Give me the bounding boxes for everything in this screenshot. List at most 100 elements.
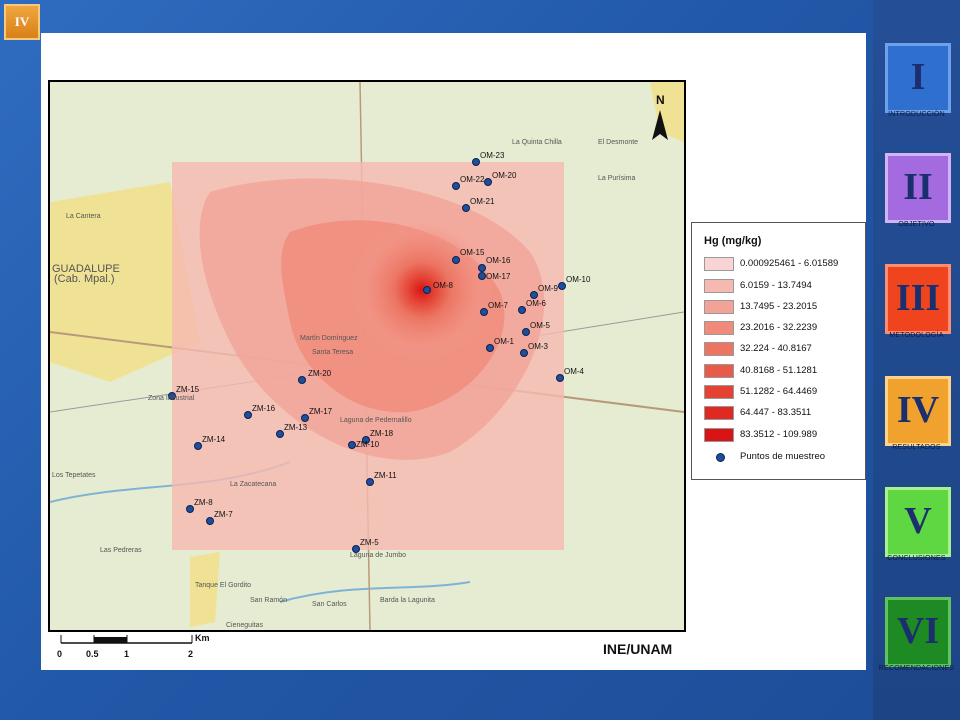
sample-point-label: ZM-5: [360, 538, 379, 547]
sample-point-label: OM-9: [538, 284, 559, 293]
sample-point: [452, 256, 460, 264]
nav-caption-1: INTRODUCCIÓN: [888, 111, 945, 118]
sample-point: [423, 286, 431, 294]
sample-point: [518, 306, 526, 314]
sample-point-label: OM-22: [460, 175, 485, 184]
sample-point: [478, 272, 486, 280]
sample-point-label: OM-1: [494, 337, 515, 346]
sample-point: [520, 349, 528, 357]
section-badge: IV: [4, 4, 40, 40]
place-label: Laguna de Jumbo: [350, 552, 406, 559]
nav-button-4[interactable]: IV: [885, 376, 951, 446]
sample-point: [348, 441, 356, 449]
sample-point: [530, 291, 538, 299]
sample-point-label: OM-5: [530, 321, 551, 330]
place-label: El Desmonte: [598, 139, 638, 146]
sample-point: [486, 344, 494, 352]
hotspot-om8: [352, 220, 492, 360]
legend-range-label: 13.7495 - 23.2015: [740, 301, 818, 312]
sample-point-label: OM-23: [480, 151, 505, 160]
sample-point: [522, 328, 530, 336]
legend-swatch: [704, 385, 734, 399]
map-credit: INE/UNAM: [603, 641, 673, 657]
nav-caption-4: RESULTADOS: [892, 444, 941, 451]
legend-swatch: [704, 428, 734, 442]
place-label: Cieneguitas: [226, 622, 263, 629]
scale-tick-1: 1: [124, 649, 130, 659]
legend-range-label: 6.0159 - 13.7494: [740, 280, 812, 291]
sample-point: [244, 411, 252, 419]
map-canvas: N OM-23 OM-22 OM-20 OM-21 OM-15OM-16 OM-17 OM-…: [50, 82, 684, 630]
place-label: San Ramón: [250, 597, 287, 604]
sample-point-label: ZM-10: [356, 440, 380, 449]
place-label: Martín Domínguez: [300, 335, 358, 342]
sample-point: [186, 505, 194, 513]
sample-point-label: ZM-11: [374, 471, 397, 480]
scale-tick-0-5: 0.5: [86, 649, 99, 659]
sample-point-label: OM-3: [528, 342, 549, 351]
sample-point: [556, 374, 564, 382]
sample-point-label: OM-4: [564, 367, 585, 376]
sample-point: [452, 182, 460, 190]
place-label: Las Pedreras: [100, 547, 142, 554]
nav-button-5[interactable]: V: [885, 487, 951, 557]
legend-swatch: [704, 300, 734, 314]
legend-swatch: [704, 406, 734, 420]
place-label: La Purísima: [598, 175, 635, 182]
sample-point: [480, 308, 488, 316]
sample-point-label: OM-8: [433, 281, 454, 290]
legend-swatch: [704, 321, 734, 335]
sample-point-label: OM-10: [566, 275, 591, 284]
nav-button-2[interactable]: II: [885, 153, 951, 223]
sample-point: [462, 204, 470, 212]
sample-point-label: OM-21: [470, 197, 495, 206]
sample-point: [484, 178, 492, 186]
legend-title: Hg (mg/kg): [704, 235, 762, 247]
place-label: La Cantera: [66, 213, 101, 220]
legend-swatch: [704, 257, 734, 271]
legend-range-label: 23.2016 - 32.2239: [740, 322, 818, 333]
sample-point-label: OM-17: [486, 272, 511, 281]
sample-point: [558, 282, 566, 290]
sample-point-icon: [716, 453, 725, 462]
place-label: La Zacatecana: [230, 481, 276, 488]
sample-point-label: ZM-8: [194, 498, 213, 507]
place-label: Laguna de Pedernalillo: [340, 417, 412, 424]
sample-point-label: ZM-18: [370, 429, 394, 438]
sample-point-label: OM-6: [526, 299, 547, 308]
legend-range-label: 0.000925461 - 6.01589: [740, 258, 839, 269]
sample-point-label: ZM-20: [308, 369, 332, 378]
sample-point: [298, 376, 306, 384]
nav-button-6[interactable]: VI: [885, 597, 951, 667]
sample-point-label: ZM-7: [214, 510, 233, 519]
sample-point: [366, 478, 374, 486]
sample-point-label: ZM-15: [176, 385, 200, 394]
place-label: San Carlos: [312, 601, 347, 608]
place-label: Zona Industrial: [148, 395, 195, 402]
nav-caption-6: RECOMENDACIONES: [878, 665, 955, 672]
legend-swatch: [704, 364, 734, 378]
place-label: Santa Teresa: [312, 349, 353, 356]
place-label: La Quinta Chilla: [512, 139, 562, 146]
scale-tick-0: 0: [57, 649, 63, 659]
scale-bar: 0 0.5 1 2 Km: [57, 633, 217, 663]
legend: Hg (mg/kg) 0.000925461 - 6.01589 6.0159 -…: [691, 222, 866, 480]
legend-points-label: Puntos de muestreo: [740, 451, 826, 462]
nav-button-1[interactable]: I: [885, 43, 951, 113]
legend-range-label: 51.1282 - 64.4469: [740, 386, 818, 397]
nav-caption-5: CONCLUSIONES: [887, 555, 946, 562]
place-label: (Cab. Mpal.): [54, 273, 115, 285]
sample-point-label: ZM-17: [309, 407, 333, 416]
sample-point: [194, 442, 202, 450]
sample-point: [301, 414, 309, 422]
place-label: Los Tepetates: [52, 472, 96, 479]
sample-point: [276, 430, 284, 438]
section-navigation: I INTRODUCCIÓN II OBJETIVO III METODOLOGÍA IV R…: [873, 0, 960, 720]
sample-point-label: OM-16: [486, 256, 511, 265]
nav-button-3[interactable]: III: [885, 264, 951, 334]
place-label: Tanque El Gordito: [195, 582, 251, 589]
scale-unit: Km: [195, 633, 210, 643]
scale-tick-2: 2: [188, 649, 194, 659]
sample-point: [206, 517, 214, 525]
legend-range-label: 40.8168 - 51.1281: [740, 365, 818, 376]
